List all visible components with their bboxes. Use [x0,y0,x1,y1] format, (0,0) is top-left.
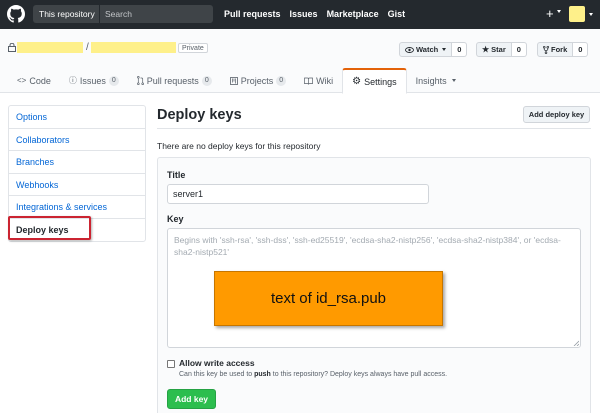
note-text: Can this key be used to [179,371,255,378]
divider [157,128,591,129]
tab-label: Issues [79,75,106,86]
tab-counter: 0 [108,75,119,86]
resize-grip-icon[interactable] [573,340,579,346]
search-box: This repository [33,5,213,23]
watch-group: Watch 0 [399,42,468,57]
star-label: Star [491,45,506,54]
gear-icon: ⚙ [352,76,362,87]
private-badge: Private [178,43,208,53]
book-icon [304,77,313,85]
sidebar-item-branches[interactable]: Branches [9,151,145,174]
tab-label: Wiki [316,75,334,86]
tab-insights[interactable]: Insights [407,68,465,93]
fork-label: Fork [551,45,568,54]
empty-state-message: There are no deploy keys for this reposi… [157,141,321,151]
title-label: Title [167,170,186,180]
tab-label: Insights [415,75,447,86]
fork-icon [543,45,549,54]
annotation-overlay: text of id_rsa.pub [214,271,443,326]
sidebar-item-webhooks[interactable]: Webhooks [9,174,145,196]
eye-icon [405,46,414,53]
issue-icon: ⓘ [68,76,77,85]
sidebar-item-integrations[interactable]: Integrations & services [9,196,145,219]
header-nav: Pull requests Issues Marketplace Gist [224,0,414,29]
fork-count[interactable]: 0 [573,42,589,57]
fork-group: Fork 0 [537,42,589,57]
avatar[interactable] [569,6,585,22]
chevron-down-icon[interactable] [557,10,561,13]
note-text: to this repository? Deploy keys always h… [270,371,448,378]
write-access-note: Can this key be used to push to this rep… [179,371,447,378]
tab-counter: 0 [276,75,287,86]
repo-owner-redacted[interactable] [17,42,83,53]
add-key-button[interactable]: Add key [167,389,216,409]
settings-menu: Options Collaborators Branches Webhooks … [8,105,146,242]
repo-path-separator: / [86,42,89,53]
tab-wiki[interactable]: Wiki [295,68,342,93]
project-icon [229,76,238,85]
tab-settings[interactable]: ⚙ Settings [342,68,407,94]
key-label: Key [167,214,184,224]
chevron-down-icon [451,79,456,82]
watch-count[interactable]: 0 [452,42,468,57]
sidebar-item-collaborators[interactable]: Collaborators [9,129,145,151]
tab-pull-requests[interactable]: Pull requests 0 [128,68,221,93]
chevron-down-icon[interactable] [589,13,593,16]
nav-pull-requests[interactable]: Pull requests [224,0,281,29]
tab-label: Code [29,75,51,86]
nav-marketplace[interactable]: Marketplace [327,0,379,29]
search-input[interactable] [101,5,213,23]
tab-label: Projects [240,75,274,86]
plus-icon[interactable]: + [546,7,554,21]
write-access-label[interactable]: Allow write access [179,358,255,368]
sidebar-item-deploy-keys[interactable]: Deploy keys [9,219,145,242]
watch-button[interactable]: Watch [399,42,453,57]
tab-code[interactable]: <> Code [8,68,60,93]
add-deploy-key-button[interactable]: Add deploy key [523,106,590,123]
tab-projects[interactable]: Projects 0 [221,68,295,93]
repo-tabs: <> Code ⓘ Issues 0 Pull requests 0 Proje… [8,68,465,94]
top-header: This repository Pull requests Issues Mar… [0,0,600,29]
tab-label: Pull requests [146,75,199,86]
star-count[interactable]: 0 [511,42,527,57]
pull-request-icon [136,76,144,85]
search-scope-label[interactable]: This repository [33,5,100,23]
nav-issues[interactable]: Issues [290,0,318,29]
repo-name-redacted[interactable] [91,42,176,53]
page-title: Deploy keys [157,107,242,123]
tab-issues[interactable]: ⓘ Issues 0 [60,68,128,93]
github-logo-icon[interactable] [7,5,25,23]
code-icon: <> [17,76,27,85]
star-group: ★ Star 0 [476,42,527,57]
lock-icon [8,43,16,52]
star-icon: ★ [482,45,490,54]
write-access-checkbox[interactable] [167,360,175,368]
chevron-down-icon [442,48,447,51]
nav-gist[interactable]: Gist [388,0,406,29]
sidebar-item-options[interactable]: Options [9,106,145,129]
fork-button[interactable]: Fork [537,42,574,57]
tab-counter: 0 [201,75,212,86]
watch-label: Watch [416,45,439,54]
repo-header: / Private Watch 0 ★ Star 0 Fork 0 <> Cod… [0,29,600,94]
tab-label: Settings [364,76,397,87]
note-bold: push [254,371,271,378]
title-field[interactable] [167,184,429,204]
star-button[interactable]: ★ Star [476,42,512,57]
